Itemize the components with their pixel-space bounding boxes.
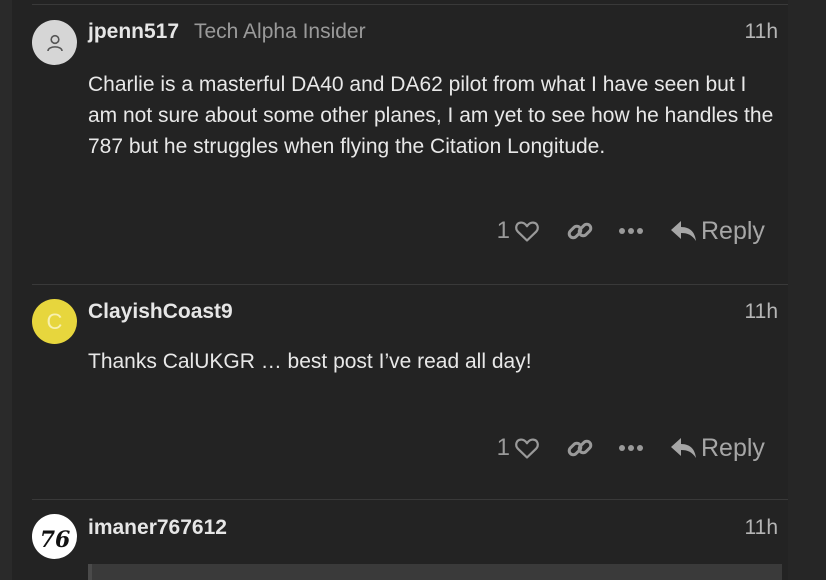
username[interactable]: imaner767612 (88, 516, 227, 540)
reply-arrow-icon (671, 221, 696, 241)
logo-76-icon: 76 (39, 527, 70, 553)
post-age[interactable]: 11h (745, 516, 778, 540)
like-button[interactable] (514, 219, 540, 243)
ellipsis-icon (619, 228, 643, 234)
topic-page: jpenn517 Tech Alpha Insider 11h Charlie … (0, 0, 826, 580)
reply-button[interactable]: Reply (670, 217, 765, 246)
link-icon (567, 439, 593, 457)
quote-block (88, 564, 782, 580)
post-actions: 1 Reply (492, 214, 782, 248)
avatar[interactable] (32, 20, 77, 65)
heart-icon (515, 221, 539, 242)
username[interactable]: ClayishCoast9 (88, 300, 233, 324)
reply-arrow-icon (671, 438, 696, 458)
reply-label: Reply (701, 433, 765, 462)
post-jpenn517: jpenn517 Tech Alpha Insider 11h Charlie … (12, 0, 788, 284)
copy-link-button[interactable] (566, 217, 594, 245)
user-title: Tech Alpha Insider (194, 20, 366, 43)
svg-text:76: 76 (39, 527, 70, 553)
post-imaner767612: 76 imaner767612 11h (12, 499, 788, 580)
user-silhouette-icon (46, 34, 63, 51)
avatar-letter: C (46, 308, 63, 334)
link-icon (567, 222, 593, 240)
avatar[interactable]: C (32, 299, 77, 344)
username[interactable]: jpenn517 (88, 20, 179, 44)
post-body: Thanks CalUKGR … best post I’ve read all… (88, 350, 532, 373)
heart-icon (515, 438, 539, 459)
ellipsis-icon (619, 445, 643, 451)
reply-button[interactable]: Reply (670, 434, 765, 463)
post-actions: 1 Reply (492, 431, 782, 465)
left-rail (0, 0, 12, 580)
post-clayishcoast9: C ClayishCoast9 11h Thanks CalUKGR … bes… (12, 284, 788, 500)
more-options-button[interactable] (618, 227, 644, 235)
post-age[interactable]: 11h (745, 300, 778, 324)
like-count: 1 (496, 434, 510, 461)
post-age[interactable]: 11h (745, 20, 778, 44)
like-count: 1 (496, 217, 510, 244)
reply-label: Reply (701, 216, 765, 245)
copy-link-button[interactable] (566, 434, 594, 462)
like-button[interactable] (514, 436, 540, 460)
more-options-button[interactable] (618, 444, 644, 452)
right-rail (788, 0, 826, 580)
avatar[interactable]: 76 (32, 514, 77, 559)
post-body: Charlie is a masterful DA40 and DA62 pil… (88, 73, 774, 158)
